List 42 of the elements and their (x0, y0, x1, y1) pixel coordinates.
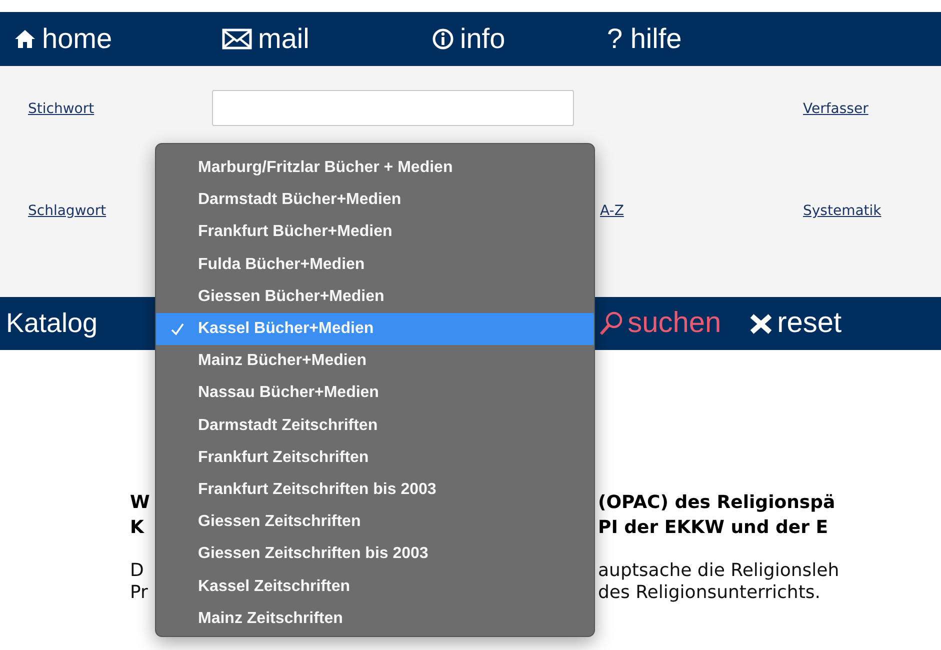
dropdown-option[interactable]: Frankfurt Zeitschriften (156, 442, 594, 474)
checkmark-icon (170, 322, 184, 336)
catalog-label: Katalog (6, 307, 98, 340)
search-icon (598, 310, 624, 336)
dropdown-option[interactable]: Kassel Zeitschriften (156, 570, 594, 603)
reset-button[interactable]: reset (749, 302, 842, 346)
mail-icon (222, 28, 252, 50)
home-icon (14, 28, 36, 50)
dropdown-option[interactable]: Mainz Bücher+Medien (156, 345, 594, 378)
dropdown-option[interactable]: Frankfurt Bücher+Medien (156, 216, 594, 249)
search-link[interactable]: A-Z (600, 203, 624, 219)
dropdown-option[interactable]: Marburg/Fritzlar Bücher + Medien (156, 152, 594, 184)
search-link[interactable]: Systematik (803, 203, 882, 219)
nav-link[interactable]: ? hilfe (607, 18, 807, 60)
paragraph-text: Pr (130, 582, 148, 603)
dropdown-option[interactable]: Frankfurt Zeitschriften bis 2003 (156, 474, 594, 506)
nav-link[interactable]: info (432, 18, 607, 60)
paragraph-text: des Religionsunterrichts. (598, 582, 820, 604)
dropdown-option[interactable]: Giessen Zeitschriften (156, 506, 594, 538)
paragraph-text: auptsache die Religionsleh (598, 560, 840, 582)
dropdown-option[interactable]: Darmstadt Zeitschriften (156, 410, 594, 442)
dropdown-option[interactable]: Fulda Bücher+Medien (156, 248, 594, 281)
dropdown-option[interactable]: Mainz Zeitschriften (156, 602, 594, 635)
heading-text: (OPAC) des Religionspä (598, 491, 836, 515)
dropdown-option[interactable]: Nassau Bücher+Medien (156, 377, 594, 410)
search-link[interactable]: Schlagwort (28, 203, 106, 219)
search-link[interactable]: Verfasser (803, 101, 868, 117)
text-input[interactable] (212, 90, 574, 126)
search-link[interactable]: Stichwort (28, 101, 94, 117)
dropdown-option[interactable]: Darmstadt Bücher+Medien (156, 184, 594, 216)
heading-text: PI der EKKW und der E (598, 516, 828, 540)
dropdown-option[interactable]: Giessen Zeitschriften bis 2003 (156, 538, 594, 570)
info-icon (432, 28, 454, 50)
heading-text: K (130, 517, 144, 538)
dropdown-option[interactable]: Giessen Bücher+Medien (156, 280, 594, 313)
paragraph-text: D (130, 560, 144, 581)
nav-link[interactable]: home (14, 18, 222, 60)
close-icon (749, 312, 774, 334)
heading-text: W (130, 492, 150, 513)
dropdown-option[interactable]: Kassel Bücher+Medien (156, 312, 594, 346)
nav-link[interactable]: mail (222, 18, 432, 60)
search-button[interactable]: suchen (598, 302, 722, 346)
